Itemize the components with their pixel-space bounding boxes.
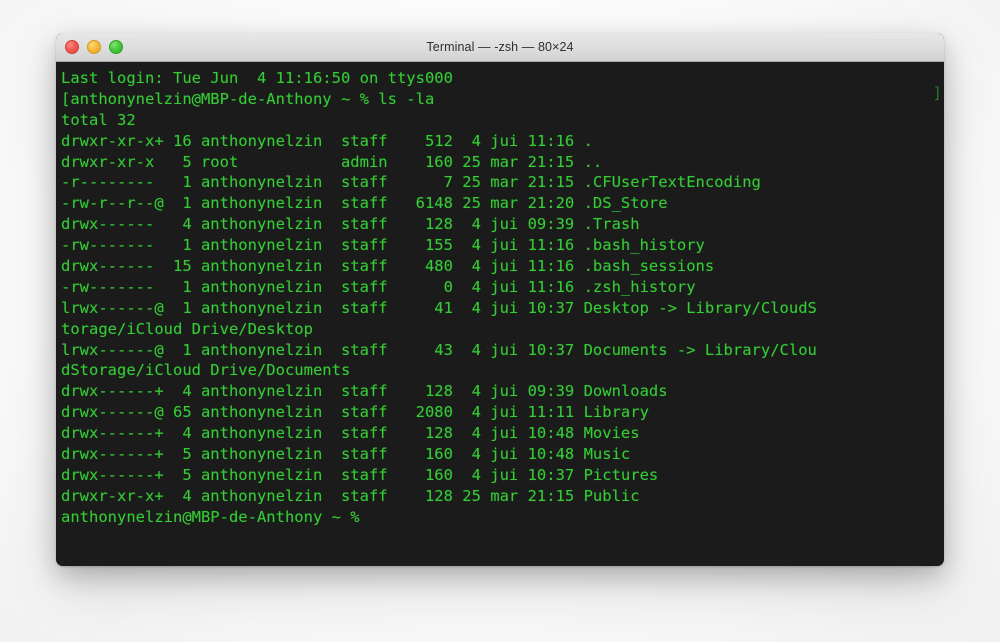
desktop-background: Terminal — -zsh — 80×24 Last login: Tue … [0, 0, 1000, 642]
terminal-line: drwxr-xr-x+ 16 anthonynelzin staff 512 4… [61, 131, 593, 150]
terminal-line: torage/iCloud Drive/Desktop [61, 319, 313, 338]
terminal-line: drwx------@ 65 anthonynelzin staff 2080 … [61, 403, 649, 422]
terminal-line: lrwx------@ 1 anthonynelzin staff 41 4 j… [61, 298, 817, 317]
terminal-line: drwxr-xr-x 5 root admin 160 25 mar 21:15… [61, 152, 603, 171]
terminal-line: drwx------+ 4 anthonynelzin staff 128 4 … [61, 382, 668, 401]
terminal-line: total 32 [61, 110, 136, 129]
terminal-line: drwx------+ 4 anthonynelzin staff 128 4 … [61, 424, 640, 443]
terminal-line: Last login: Tue Jun 4 11:16:50 on ttys00… [61, 69, 453, 87]
terminal-line: drwx------+ 5 anthonynelzin staff 160 4 … [61, 445, 631, 464]
window-title: Terminal — -zsh — 80×24 [426, 40, 574, 54]
terminal-body[interactable]: Last login: Tue Jun 4 11:16:50 on ttys00… [56, 62, 944, 566]
terminal-line: dStorage/iCloud Drive/Documents [61, 361, 351, 380]
terminal-line: -rw------- 1 anthonynelzin staff 0 4 jui… [61, 277, 696, 296]
terminal-line: drwx------ 4 anthonynelzin staff 128 4 j… [61, 215, 640, 234]
terminal-screen[interactable]: Last login: Tue Jun 4 11:16:50 on ttys00… [56, 68, 944, 528]
terminal-line: [anthonynelzin@MBP-de-Anthony ~ % ls -la [61, 89, 435, 108]
terminal-line: drwx------+ 5 anthonynelzin staff 160 4 … [61, 465, 659, 484]
line-wrap-marker: ] [932, 83, 942, 102]
terminal-line: drwxr-xr-x+ 4 anthonynelzin staff 128 25… [61, 486, 640, 505]
terminal-line: -r-------- 1 anthonynelzin staff 7 25 ma… [61, 173, 761, 192]
terminal-line: lrwx------@ 1 anthonynelzin staff 43 4 j… [61, 340, 817, 359]
terminal-line: -rw------- 1 anthonynelzin staff 155 4 j… [61, 236, 705, 255]
terminal-line: anthonynelzin@MBP-de-Anthony ~ % [61, 507, 360, 526]
window-title-bar[interactable]: Terminal — -zsh — 80×24 [56, 33, 944, 62]
terminal-window[interactable]: Terminal — -zsh — 80×24 Last login: Tue … [56, 33, 944, 566]
terminal-line: drwx------ 15 anthonynelzin staff 480 4 … [61, 257, 715, 276]
terminal-line: -rw-r--r--@ 1 anthonynelzin staff 6148 2… [61, 194, 668, 213]
